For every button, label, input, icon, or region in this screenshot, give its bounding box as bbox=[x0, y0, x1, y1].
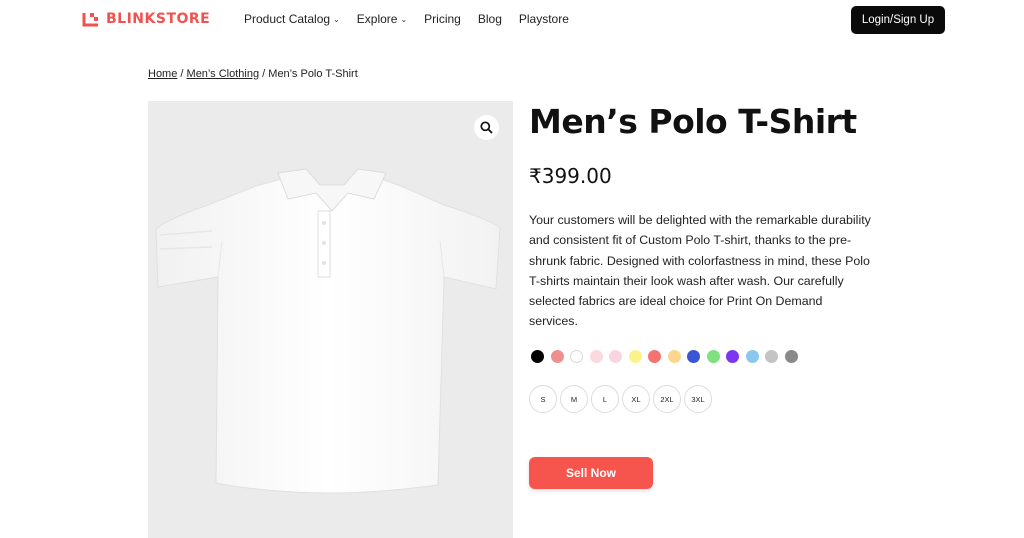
nav-product-catalog[interactable]: Product Catalog ⌄ bbox=[244, 12, 340, 26]
polo-shirt-image bbox=[155, 168, 501, 494]
color-swatch[interactable] bbox=[687, 350, 700, 363]
color-swatch[interactable] bbox=[667, 350, 681, 363]
size-option-l[interactable]: L bbox=[591, 385, 619, 413]
breadcrumb: Home / Men’s Clothing / Men’s Polo T-Shi… bbox=[148, 68, 358, 80]
nav-label: Playstore bbox=[518, 12, 569, 26]
chevron-down-icon: ⌄ bbox=[333, 14, 340, 24]
product-description: Your customers will be delighted with th… bbox=[529, 213, 871, 329]
brand-name: BLINKSTORE bbox=[106, 11, 211, 27]
color-swatch[interactable] bbox=[570, 350, 583, 363]
color-swatch[interactable] bbox=[706, 350, 720, 363]
nav-blog[interactable]: Blog bbox=[478, 12, 502, 26]
breadcrumb-current: Men’s Polo T-Shirt bbox=[268, 68, 358, 80]
product-price: ₹399.00 bbox=[529, 164, 612, 188]
brand-logo[interactable]: BLINKSTORE bbox=[82, 10, 210, 28]
breadcrumb-home[interactable]: Home bbox=[148, 68, 177, 80]
site-header: BLINKSTORE Product Catalog ⌄ Explore ⌄ P… bbox=[0, 0, 1024, 40]
size-option-2xl[interactable]: 2XL bbox=[653, 385, 681, 413]
chevron-down-icon: ⌄ bbox=[400, 14, 408, 24]
color-swatch[interactable] bbox=[628, 350, 642, 363]
breadcrumb-separator: / bbox=[180, 68, 184, 80]
nav-label: Blog bbox=[477, 12, 502, 26]
color-swatch[interactable] bbox=[550, 350, 564, 363]
color-swatch[interactable] bbox=[726, 350, 739, 363]
size-option-xl[interactable]: XL bbox=[622, 385, 650, 413]
zoom-icon bbox=[480, 121, 493, 134]
sell-now-button[interactable]: Sell Now bbox=[529, 457, 653, 489]
color-swatch[interactable] bbox=[765, 350, 778, 363]
nav-label: Explore bbox=[356, 12, 398, 26]
nav-explore[interactable]: Explore ⌄ bbox=[357, 12, 407, 26]
size-option-3xl[interactable]: 3XL bbox=[684, 385, 712, 413]
login-signup-button[interactable]: Login/Sign Up bbox=[851, 6, 945, 34]
size-option-m[interactable]: M bbox=[560, 385, 588, 413]
product-title: Men’s Polo T-Shirt bbox=[529, 102, 857, 141]
color-swatch[interactable] bbox=[648, 350, 661, 363]
main-nav: Product Catalog ⌄ Explore ⌄ Pricing Blog… bbox=[244, 12, 569, 26]
size-option-s[interactable]: S bbox=[529, 385, 557, 413]
breadcrumb-separator: / bbox=[262, 68, 266, 80]
nav-playstore[interactable]: Playstore bbox=[519, 12, 569, 26]
nav-label: Product Catalog bbox=[244, 12, 331, 26]
nav-pricing[interactable]: Pricing bbox=[424, 12, 461, 26]
color-swatches bbox=[531, 350, 798, 363]
color-swatch[interactable] bbox=[609, 350, 622, 363]
zoom-button[interactable] bbox=[474, 115, 499, 140]
color-swatch[interactable] bbox=[784, 350, 798, 363]
product-image[interactable] bbox=[148, 101, 513, 538]
size-options: S M L XL 2XL 3XL bbox=[529, 385, 712, 413]
color-swatch[interactable] bbox=[745, 350, 759, 363]
color-swatch[interactable] bbox=[531, 350, 544, 363]
nav-label: Pricing bbox=[424, 12, 461, 26]
color-swatch[interactable] bbox=[589, 350, 603, 363]
breadcrumb-mens-clothing[interactable]: Men’s Clothing bbox=[187, 68, 260, 80]
logo-icon bbox=[82, 13, 98, 27]
